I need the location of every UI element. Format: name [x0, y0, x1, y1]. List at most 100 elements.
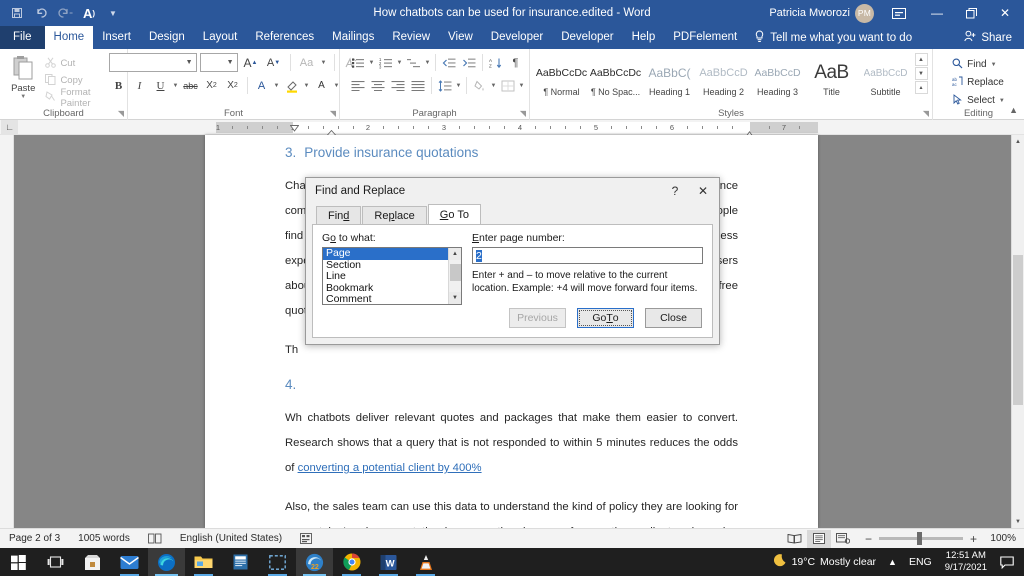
clock[interactable]: 12:51 AM 9/17/2021 [938, 548, 994, 576]
restore-button[interactable] [954, 0, 988, 26]
align-right-icon[interactable] [388, 76, 408, 95]
paste-button[interactable]: Paste ▼ [4, 53, 42, 100]
go-to-button[interactable]: Go To [577, 308, 634, 328]
chevron-down-icon[interactable]: ▼ [273, 83, 281, 89]
zoom-level-label[interactable]: 100% [984, 533, 1016, 544]
chevron-down-icon[interactable]: ▼ [999, 98, 1005, 104]
close-button[interactable]: ✕ [988, 0, 1022, 26]
multilevel-list-icon[interactable] [404, 53, 424, 72]
screen-recorder-icon[interactable]: 22 [296, 548, 333, 576]
bullets-icon[interactable] [348, 53, 368, 72]
dialog-tab-replace[interactable]: Replace [362, 206, 427, 224]
tab-layout[interactable]: Layout [194, 26, 247, 49]
language-indicator-tray[interactable]: ENG [903, 548, 938, 576]
chevron-down-icon[interactable]: ▼ [320, 60, 328, 66]
avatar[interactable]: PM [855, 3, 874, 23]
task-view-icon[interactable] [37, 548, 74, 576]
tab-references[interactable]: References [246, 26, 323, 49]
listbox-scrollbar[interactable]: ▲ ▼ [448, 248, 461, 304]
scroll-down-icon[interactable]: ▼ [1012, 515, 1024, 528]
vlc-media-player-icon[interactable] [407, 548, 444, 576]
listbox-scroll-up-icon[interactable]: ▲ [448, 248, 461, 260]
tab-pdfelement[interactable]: PDFelement [664, 26, 746, 49]
justify-icon[interactable] [408, 76, 428, 95]
underline-icon[interactable]: U [151, 76, 171, 95]
subscript-icon[interactable]: X2 [202, 76, 222, 95]
news-icon[interactable] [222, 548, 259, 576]
font-color-icon[interactable]: A [312, 76, 332, 95]
go-to-what-listbox[interactable]: Page Section Line Bookmark Comment Footn… [322, 247, 462, 305]
redo-icon[interactable] [54, 2, 76, 24]
styles-scroll-down-icon[interactable]: ▼ [914, 67, 928, 80]
chevron-down-icon[interactable]: ▼ [396, 60, 404, 66]
document-vertical-scrollbar[interactable]: ▲ ▼ [1011, 135, 1024, 528]
styles-more-icon[interactable]: ▴ [914, 81, 928, 94]
tab-design[interactable]: Design [140, 26, 194, 49]
language-indicator[interactable]: English (United States) [171, 529, 291, 549]
previous-button[interactable]: Previous [509, 308, 566, 328]
style-no-spacing[interactable]: AaBbCcDc ¶ No Spac... [588, 56, 643, 102]
increase-indent-icon[interactable] [459, 53, 479, 72]
style-heading-3[interactable]: AaBbCcD Heading 3 [750, 56, 805, 102]
style-heading-1[interactable]: AaBbC( Heading 1 [642, 56, 697, 102]
change-case-icon[interactable]: Aa [297, 53, 317, 72]
text-effects-icon[interactable]: A [252, 76, 272, 95]
chevron-down-icon[interactable]: ▼ [490, 83, 498, 89]
italic-icon[interactable]: I [130, 76, 150, 95]
borders-icon[interactable] [498, 76, 518, 95]
ribbon-display-options-icon[interactable] [884, 0, 914, 26]
listbox-scrollbar-thumb[interactable] [449, 264, 461, 281]
font-size-combo[interactable]: ▼ [199, 53, 238, 72]
microsoft-store-icon[interactable] [74, 548, 111, 576]
chevron-down-icon[interactable]: ▼ [518, 83, 526, 89]
tab-help[interactable]: Help [623, 26, 665, 49]
scrollbar-thumb[interactable] [1013, 255, 1023, 405]
strikethrough-icon[interactable]: abc [181, 76, 201, 95]
save-icon[interactable] [6, 2, 28, 24]
dialog-tab-find[interactable]: Find [316, 206, 362, 224]
find-and-replace-dialog[interactable]: Find and Replace ? ✕ Find Replace Go To … [305, 177, 720, 345]
show-hidden-icons-icon[interactable]: ▲ [882, 548, 903, 576]
shrink-font-icon[interactable]: A ▼ [264, 53, 284, 72]
close-button-dialog[interactable]: Close [645, 308, 702, 328]
mail-icon[interactable] [111, 548, 148, 576]
read-mode-icon[interactable] [783, 530, 807, 548]
horizontal-ruler[interactable]: 1 1 2 3 4 5 6 7 [216, 122, 818, 139]
tab-review[interactable]: Review [383, 26, 439, 49]
shading-icon[interactable] [470, 76, 490, 95]
tab-insert[interactable]: Insert [93, 26, 140, 49]
chevron-down-icon[interactable]: ▼ [368, 60, 376, 66]
zoom-slider[interactable] [878, 532, 963, 545]
style-normal[interactable]: AaBbCcDc ¶ Normal [534, 56, 589, 102]
scroll-up-icon[interactable]: ▲ [1012, 135, 1024, 148]
tab-home[interactable]: Home [44, 26, 94, 49]
chevron-down-icon[interactable]: ▼ [991, 62, 997, 68]
dialog-tab-go-to[interactable]: Go To [427, 204, 481, 224]
weather-widget[interactable]: 19°C Mostly clear [765, 548, 882, 576]
show-formatting-marks-icon[interactable]: ¶ [506, 53, 526, 72]
page-number-input[interactable]: 2 [472, 247, 703, 264]
google-chrome-icon[interactable] [333, 548, 370, 576]
start-button-icon[interactable] [0, 548, 37, 576]
find-button[interactable]: Find ▼ [948, 56, 1009, 73]
select-button[interactable]: Select ▼ [948, 92, 1009, 109]
print-layout-icon[interactable] [806, 529, 831, 548]
style-subtitle[interactable]: AaBbCcD Subtitle [858, 56, 913, 102]
tab-mailings[interactable]: Mailings [323, 26, 383, 49]
collapse-ribbon-icon[interactable]: ▲ [1009, 105, 1018, 115]
sort-icon[interactable]: AZ [486, 53, 506, 72]
numbering-icon[interactable]: 123 [376, 53, 396, 72]
paste-dropdown-icon[interactable]: ▼ [20, 94, 26, 100]
chevron-down-icon[interactable]: ▼ [455, 83, 463, 89]
document-hyperlink[interactable]: converting a potential client by 400% [298, 462, 482, 474]
dialog-help-icon[interactable]: ? [661, 179, 689, 203]
chevron-down-icon[interactable]: ▼ [172, 83, 180, 89]
style-heading-2[interactable]: AaBbCcD Heading 2 [696, 56, 751, 102]
page-indicator[interactable]: Page 2 of 3 [0, 529, 69, 549]
accessibility-checker-icon[interactable] [291, 529, 321, 549]
listbox-option-comment[interactable]: Comment [323, 293, 448, 304]
zoom-out-button[interactable]: − [865, 532, 872, 546]
left-tab-stop-icon[interactable]: ∟ [1, 119, 18, 135]
line-spacing-icon[interactable] [435, 76, 455, 95]
tell-me-search[interactable]: Tell me what you want to do [746, 26, 920, 49]
